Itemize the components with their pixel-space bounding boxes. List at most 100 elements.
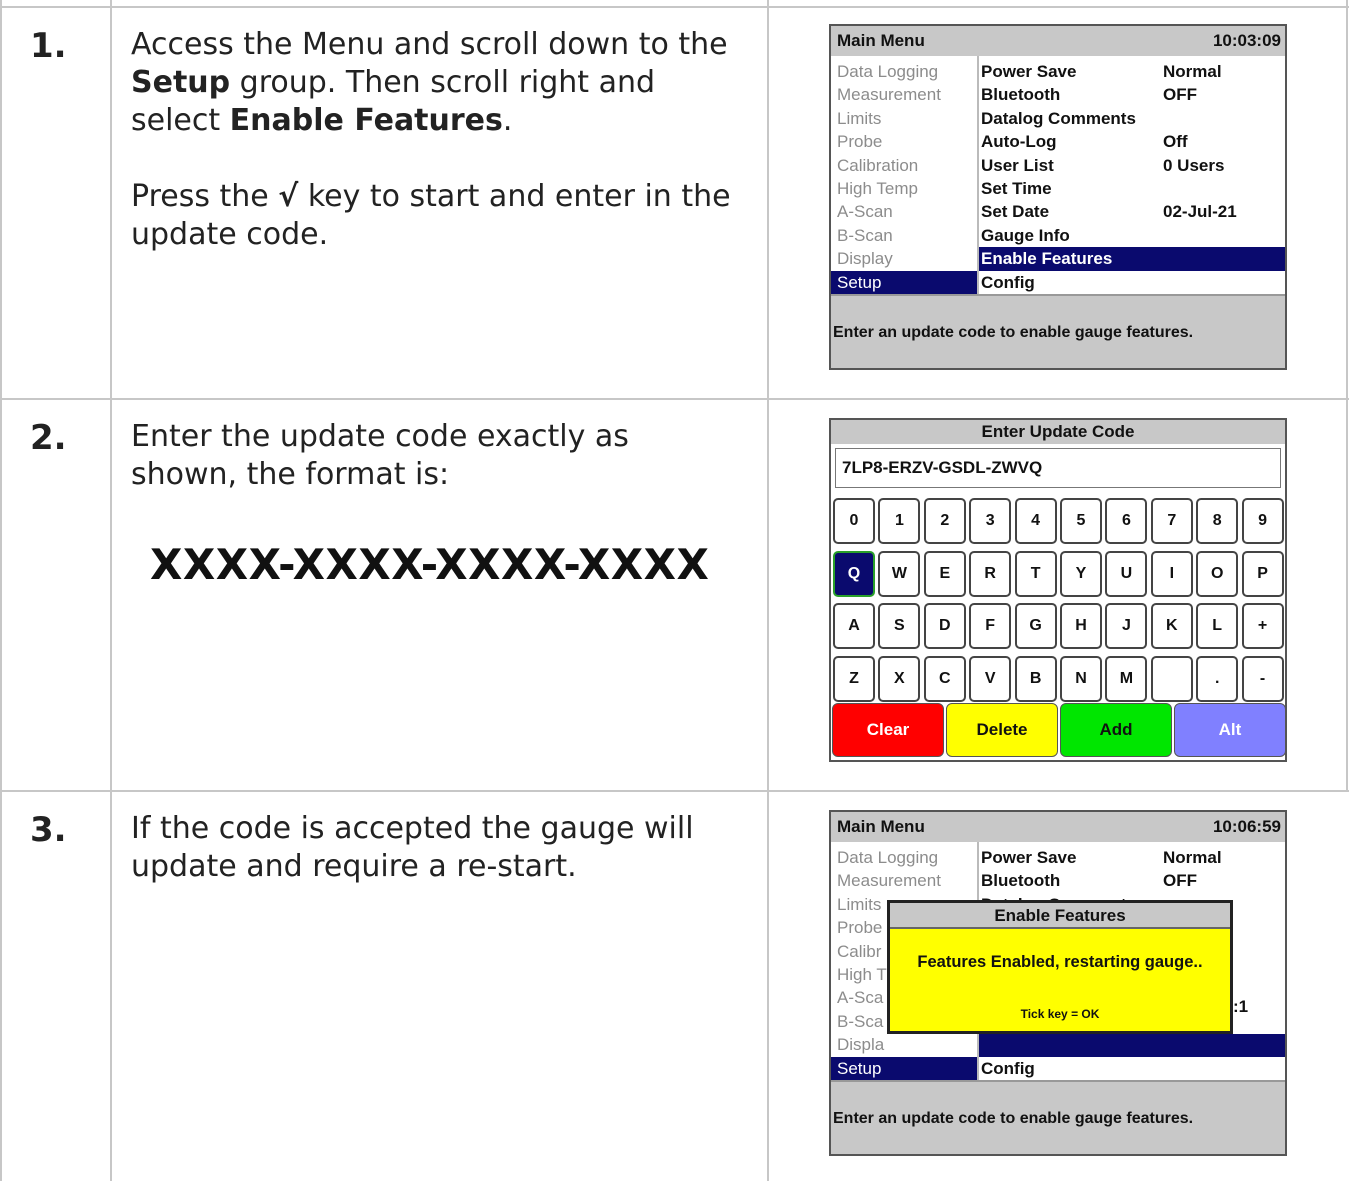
table-border-left bbox=[0, 0, 2, 1181]
key-r[interactable]: R bbox=[969, 550, 1012, 597]
setup-option[interactable]: User List 0 Users bbox=[979, 154, 1285, 177]
key-c[interactable]: C bbox=[923, 655, 966, 702]
dialog-message: Features Enabled, restarting gauge.. bbox=[917, 953, 1203, 971]
step-1-paragraph-2: Press the √ key to start and enter in th… bbox=[131, 179, 731, 252]
menu-group-item[interactable]: Data Logging bbox=[831, 60, 977, 83]
screen-time: 10:03:09 bbox=[1212, 31, 1281, 50]
key-u[interactable]: U bbox=[1105, 550, 1148, 597]
step-1-paragraph-1: Access the Menu and scroll down to the S… bbox=[131, 27, 728, 138]
key-plus[interactable]: + bbox=[1241, 603, 1284, 649]
key-period[interactable]: . bbox=[1196, 655, 1239, 702]
screen-time: 10:06:59 bbox=[1212, 817, 1281, 836]
column-divider bbox=[767, 0, 769, 1181]
key-minus[interactable]: - bbox=[1241, 655, 1284, 702]
step-1-text: Access the Menu and scroll down to the S… bbox=[131, 26, 741, 254]
key-e[interactable]: E bbox=[923, 550, 966, 597]
menu-group-item[interactable]: Calibration bbox=[831, 154, 977, 177]
setup-option[interactable]: Bluetooth OFF bbox=[979, 83, 1285, 106]
menu-group-item[interactable]: A-Scan bbox=[831, 200, 977, 223]
enable-features-dialog: Enable Features Features Enabled, restar… bbox=[887, 900, 1233, 1034]
menu-group-item[interactable]: High Temp bbox=[831, 177, 977, 200]
menu-group-item-selected[interactable]: Setup bbox=[831, 1056, 977, 1080]
step-number: 3. bbox=[30, 810, 67, 850]
setup-option[interactable]: Datalog Comments bbox=[979, 107, 1285, 130]
key-i[interactable]: I bbox=[1150, 550, 1193, 597]
menu-group-item[interactable]: Measurement bbox=[831, 83, 977, 106]
key-p[interactable]: P bbox=[1241, 550, 1284, 597]
menu-group-item[interactable]: Measurement bbox=[831, 869, 977, 892]
menu-group-item-selected[interactable]: Setup bbox=[831, 270, 977, 294]
key-b[interactable]: B bbox=[1014, 655, 1057, 702]
delete-button[interactable]: Delete bbox=[946, 703, 1058, 757]
gauge-screen-update-code: Enter Update Code 7LP8-ERZV-GSDL-ZWVQ 01… bbox=[829, 418, 1287, 762]
screen-title-bar: Main Menu 10:06:59 bbox=[831, 812, 1285, 842]
key-m[interactable]: M bbox=[1105, 655, 1148, 702]
menu-group-item[interactable]: Display bbox=[831, 247, 977, 270]
key-9[interactable]: 9 bbox=[1241, 498, 1284, 544]
update-code-input[interactable]: 7LP8-ERZV-GSDL-ZWVQ bbox=[835, 448, 1281, 488]
setup-option-selected[interactable]: Enable Features bbox=[979, 247, 1285, 271]
key-v[interactable]: V bbox=[969, 655, 1012, 702]
key-z[interactable]: Z bbox=[833, 655, 875, 702]
key-l[interactable]: L bbox=[1196, 603, 1239, 649]
clear-button[interactable]: Clear bbox=[832, 703, 944, 757]
setup-option[interactable]: Config bbox=[979, 1057, 1285, 1080]
dialog-hint: Tick key = OK bbox=[1020, 1007, 1100, 1021]
gauge-screen-main-menu: Main Menu 10:03:09 Data Logging Measurem… bbox=[829, 24, 1287, 370]
key-1[interactable]: 1 bbox=[878, 498, 921, 544]
step-3-text: If the code is accepted the gauge will u… bbox=[131, 811, 694, 884]
key-4[interactable]: 4 bbox=[1014, 498, 1057, 544]
screen-title-bar: Main Menu 10:03:09 bbox=[831, 26, 1285, 56]
selected-row-highlight bbox=[979, 1034, 1285, 1058]
key-2[interactable]: 2 bbox=[923, 498, 966, 544]
key-h[interactable]: H bbox=[1060, 603, 1102, 649]
step-number: 1. bbox=[30, 26, 67, 66]
setup-option[interactable]: Gauge Info bbox=[979, 224, 1285, 247]
key-8[interactable]: 8 bbox=[1196, 498, 1239, 544]
key-j[interactable]: J bbox=[1105, 603, 1148, 649]
key-t[interactable]: T bbox=[1014, 550, 1057, 597]
column-divider bbox=[110, 0, 112, 1181]
menu-group-item[interactable]: Data Logging bbox=[831, 846, 977, 869]
setup-option[interactable]: Power Save Normal bbox=[979, 60, 1285, 83]
screen-title: Main Menu bbox=[837, 817, 925, 836]
obscured-date-fragment: :1 bbox=[1233, 997, 1249, 1016]
add-button[interactable]: Add bbox=[1060, 703, 1172, 757]
key-3[interactable]: 3 bbox=[969, 498, 1012, 544]
key-0[interactable]: 0 bbox=[833, 498, 875, 544]
setup-option[interactable]: Power Save Normal bbox=[979, 846, 1285, 869]
key-d[interactable]: D bbox=[923, 603, 966, 649]
key-n[interactable]: N bbox=[1060, 655, 1102, 702]
menu-group-item[interactable]: Limits bbox=[831, 107, 977, 130]
screen-title: Main Menu bbox=[837, 31, 925, 50]
key-7[interactable]: 7 bbox=[1150, 498, 1193, 544]
key-q[interactable]: Q bbox=[833, 550, 875, 597]
setup-option[interactable]: Bluetooth OFF bbox=[979, 869, 1285, 892]
key-w[interactable]: W bbox=[878, 550, 921, 597]
screen-help-text: Enter an update code to enable gauge fea… bbox=[831, 1080, 1285, 1154]
key-blank[interactable] bbox=[1150, 655, 1193, 702]
key-s[interactable]: S bbox=[878, 603, 921, 649]
setup-option[interactable]: Set Time bbox=[979, 177, 1285, 200]
setup-option[interactable]: Config bbox=[979, 271, 1285, 294]
key-k[interactable]: K bbox=[1150, 603, 1193, 649]
key-o[interactable]: O bbox=[1196, 550, 1239, 597]
key-x[interactable]: X bbox=[878, 655, 921, 702]
key-a[interactable]: A bbox=[833, 603, 875, 649]
key-f[interactable]: F bbox=[969, 603, 1012, 649]
menu-group-item[interactable]: B-Scan bbox=[831, 224, 977, 247]
screen-title: Enter Update Code bbox=[831, 420, 1285, 444]
key-y[interactable]: Y bbox=[1060, 550, 1102, 597]
menu-group-item[interactable]: Displa bbox=[831, 1033, 977, 1056]
menu-group-item[interactable]: Probe bbox=[831, 130, 977, 153]
key-g[interactable]: G bbox=[1014, 603, 1057, 649]
tick-symbol: √ bbox=[278, 179, 299, 214]
key-6[interactable]: 6 bbox=[1105, 498, 1148, 544]
table-border-right bbox=[1346, 0, 1348, 790]
key-5[interactable]: 5 bbox=[1060, 498, 1102, 544]
setup-option[interactable]: Set Date 02-Jul-21 bbox=[979, 200, 1285, 223]
alt-button[interactable]: Alt bbox=[1174, 703, 1285, 757]
step-2-text: Enter the update code exactly as shown, … bbox=[131, 419, 629, 492]
setup-option[interactable]: Auto-Log Off bbox=[979, 130, 1285, 153]
table-border-top bbox=[0, 6, 1349, 8]
